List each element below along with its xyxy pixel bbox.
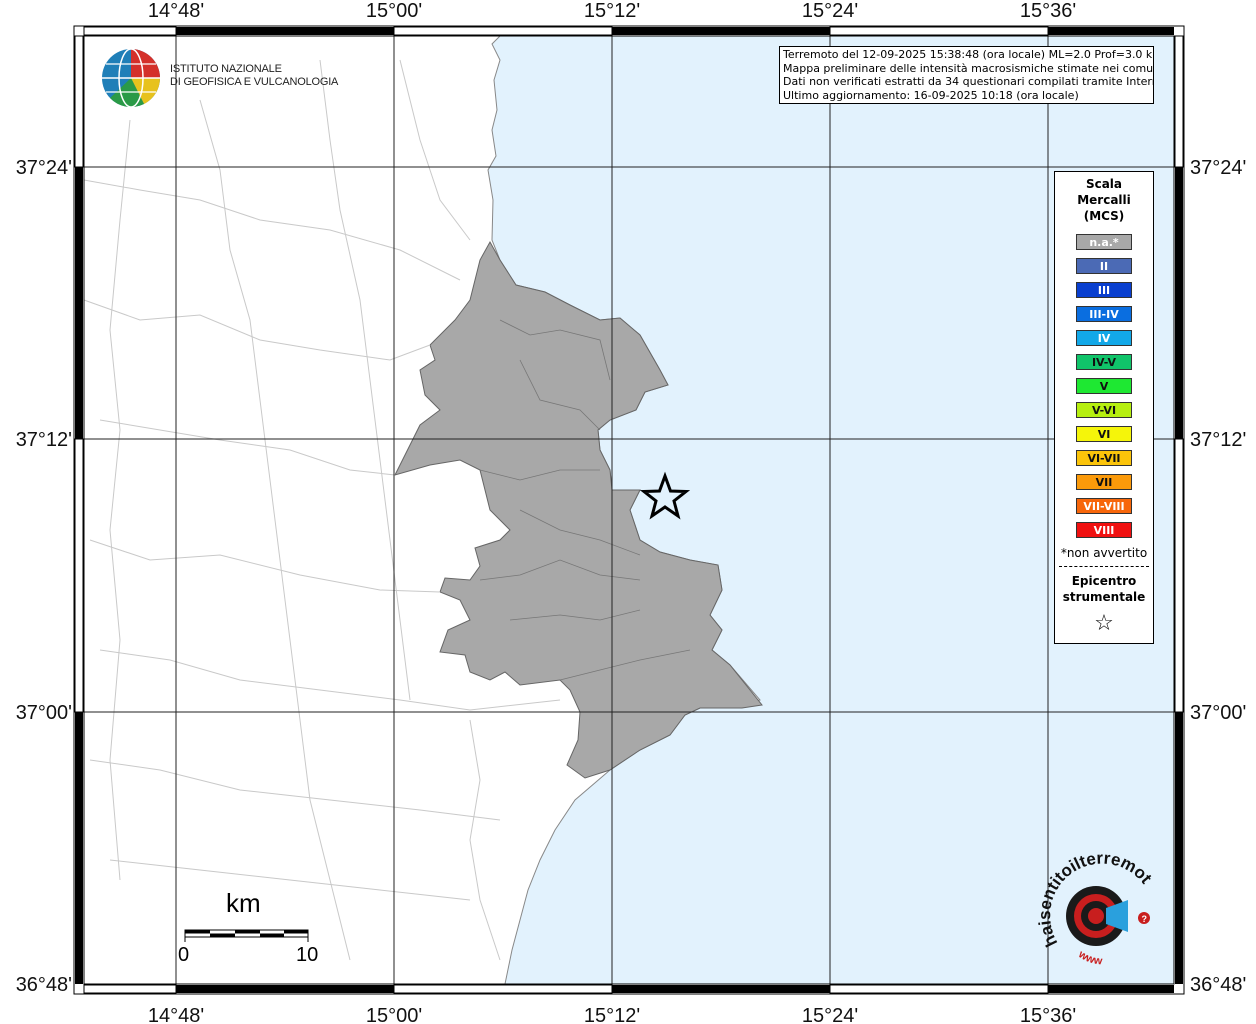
event-info-line4: Ultimo aggiornamento: 16-09-2025 10:18 (… (783, 88, 1079, 102)
lat-label: 37°00' (1190, 702, 1246, 724)
legend-note: *non avvertito (1060, 546, 1148, 560)
legend-swatch: VI (1076, 426, 1132, 442)
legend-title: Scala Mercalli (MCS) (1055, 176, 1153, 224)
lon-label: 15°24' (802, 1005, 858, 1024)
lon-label: 14°48' (148, 0, 204, 22)
legend-epicenter-line2: strumentale (1062, 590, 1146, 604)
legend-title-line3: (MCS) (1083, 209, 1125, 223)
ingv-name: ISTITUTO NAZIONALE DI GEOFISICA E VULCAN… (170, 63, 338, 89)
lon-label: 15°00' (366, 0, 422, 22)
legend-swatch: VI-VII (1076, 450, 1132, 466)
event-info-box: Terremoto del 12-09-2025 15:38:48 (ora l… (779, 46, 1154, 104)
legend-swatch: IV-V (1076, 354, 1132, 370)
legend-swatch: II (1076, 258, 1132, 274)
lat-label: 37°24' (1190, 157, 1246, 179)
legend-items: n.a.* II III III-IV IV IV-V V V-VI VI VI-VII VII VI… (1055, 234, 1153, 538)
event-info-line1: Terremoto del 12-09-2025 15:38:48 (ora l… (783, 48, 1154, 61)
scale-unit: km (226, 888, 261, 918)
legend-swatch: n.a.* (1076, 234, 1132, 250)
legend-epicenter-line1: Epicentro (1071, 574, 1137, 588)
latitude-labels-right: 37°24' 37°12' 37°00' 36°48' (1190, 157, 1246, 996)
legend-swatch: IV (1076, 330, 1132, 346)
lon-label: 15°24' (802, 0, 858, 22)
scale-end: 10 (296, 944, 319, 966)
hai-sentito-logo: haisentitoilterremoto.it www ? (1023, 833, 1178, 978)
ingv-name-line1: ISTITUTO NAZIONALE (170, 63, 282, 75)
legend-swatch: VII-VIII (1076, 498, 1132, 514)
lon-label: 15°12' (584, 1005, 640, 1024)
legend-divider (1059, 566, 1149, 567)
lat-label: 37°12' (16, 429, 72, 451)
lon-label: 15°12' (584, 0, 640, 22)
intensity-legend: Scala Mercalli (MCS) n.a.* II III III-IV IV I… (1054, 171, 1154, 644)
longitude-labels-bottom: 14°48' 15°00' 15°12' 15°24' 15°36' (148, 1005, 1076, 1024)
ingv-name-line2: DI GEOFISICA E VULCANOLOGIA (170, 76, 339, 88)
svg-text:?: ? (1142, 914, 1148, 924)
lat-label: 37°00' (16, 702, 72, 724)
latitude-labels-left: 37°24' 37°12' 37°00' 36°48' (16, 157, 72, 996)
legend-title-line1: Scala (1085, 177, 1123, 191)
speaker-target-icon: ? (1066, 886, 1150, 946)
svg-text:www: www (1075, 948, 1103, 968)
legend-swatch: III-IV (1076, 306, 1132, 322)
legend-swatch: VIII (1076, 522, 1132, 538)
longitude-labels-top: 14°48' 15°00' 15°12' 15°24' 15°36' (148, 0, 1076, 22)
event-info-line3: Dati non verificati estratti da 34 quest… (783, 75, 1154, 88)
legend-swatch: V-VI (1076, 402, 1132, 418)
legend-swatch: III (1076, 282, 1132, 298)
lat-label: 36°48' (1190, 974, 1246, 996)
legend-epicenter-label: Epicentro strumentale (1055, 573, 1153, 605)
lat-label: 36°48' (16, 974, 72, 996)
scale-start: 0 (178, 944, 190, 966)
lon-label: 15°36' (1020, 0, 1076, 22)
legend-star-icon: ☆ (1094, 611, 1114, 636)
lon-label: 15°00' (366, 1005, 422, 1024)
event-info-line2: Mappa preliminare delle intensità macros… (783, 61, 1154, 75)
legend-title-line2: Mercalli (1077, 193, 1131, 207)
legend-swatch: V (1076, 378, 1132, 394)
lon-label: 14°48' (148, 1005, 204, 1024)
hai-sentito-url: www (1075, 948, 1103, 968)
lat-label: 37°12' (1190, 429, 1246, 451)
lat-label: 37°24' (16, 157, 72, 179)
globe-icon (102, 48, 161, 108)
lon-label: 15°36' (1020, 1005, 1076, 1024)
legend-swatch: VII (1076, 474, 1132, 490)
